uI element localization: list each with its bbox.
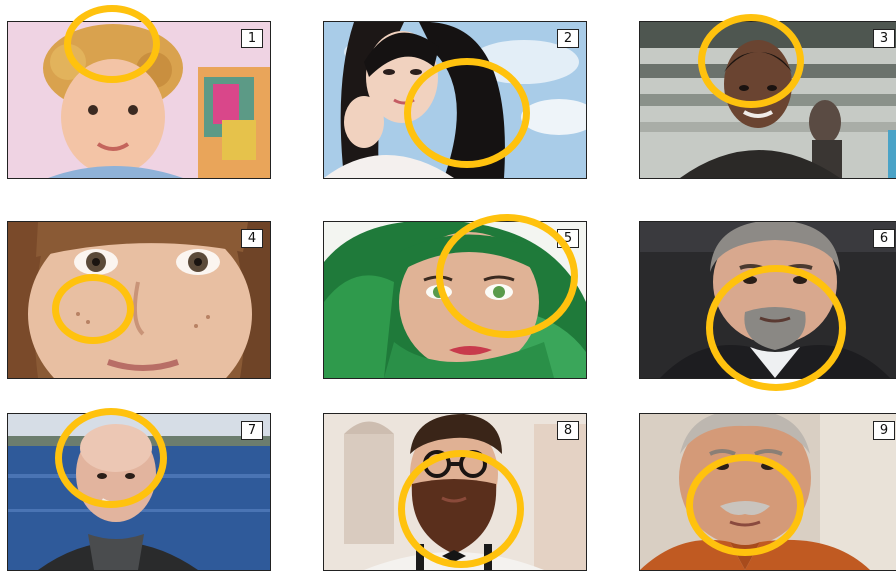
girl-closeup-photo (8, 222, 270, 378)
tile-number-badge: 2 (557, 29, 579, 48)
highlight-circle-hair-1 (64, 5, 160, 83)
tile-number-badge: 1 (241, 29, 263, 48)
photo-tile-4: 4 (7, 221, 271, 379)
highlight-circle-head-7 (55, 408, 167, 508)
highlight-circle-hair-2 (404, 58, 530, 168)
tile-number-badge: 3 (873, 29, 895, 48)
tile-number-badge: 8 (557, 421, 579, 440)
tile-number-badge: 7 (241, 421, 263, 440)
highlight-circle-beard-8 (398, 450, 524, 568)
highlight-circle-eye-5 (436, 214, 578, 338)
highlight-circle-mustache-9 (686, 454, 804, 556)
tile-number-badge: 4 (241, 229, 263, 248)
tile-number-badge: 9 (873, 421, 895, 440)
highlight-circle-beard-6 (706, 265, 846, 391)
highlight-circle-cheek-4 (52, 274, 134, 344)
highlight-circle-hair-3 (698, 14, 804, 108)
tile-number-badge: 6 (873, 229, 895, 248)
